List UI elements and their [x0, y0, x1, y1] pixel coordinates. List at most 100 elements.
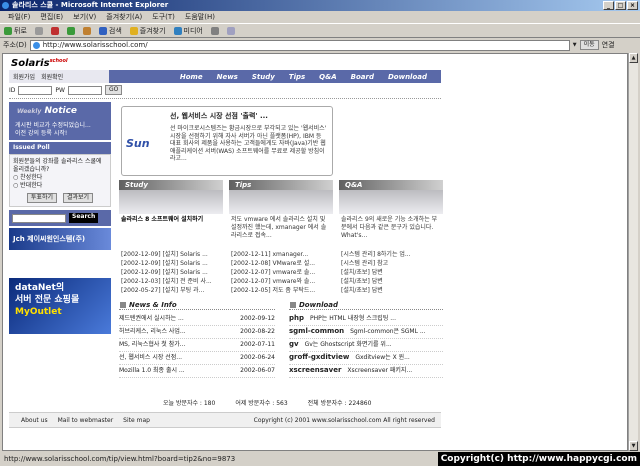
list-item[interactable]: [설치/초보] 답변 [339, 286, 443, 295]
site-logo[interactable]: Solarisschool [11, 58, 68, 69]
list-item[interactable]: [2002-12-09] [설치] Solaris ... [119, 250, 223, 259]
study-headline[interactable]: 솔라리스 8 소프트웨어 설치하기 [119, 214, 223, 250]
nav-qna[interactable]: Q&A [319, 73, 336, 81]
table-row[interactable]: sgml-common Sgml-common은 SGML ... [289, 325, 443, 339]
table-row[interactable]: xscreensaver Xscreensaver 패키지... [289, 364, 443, 378]
poll-option-1[interactable]: ○ 찬성한다 [13, 174, 107, 182]
id-input[interactable] [18, 85, 53, 95]
site-search-button[interactable]: Search [69, 213, 99, 223]
tips-header[interactable]: Tips [229, 180, 333, 190]
datanet-banner[interactable]: dataNet의 서버 전문 쇼핑몰 MyOutlet [9, 278, 111, 334]
site-footer: About us Mail to webmaster Site map Copy… [9, 412, 441, 428]
list-item[interactable]: [시스템 관리] 8하기는 업... [339, 250, 443, 259]
history-button[interactable] [210, 26, 219, 35]
address-dropdown-icon[interactable]: ▼ [573, 42, 577, 48]
list-item[interactable]: [2002-12-08] VMware로 설... [229, 259, 333, 268]
list-item[interactable]: [2002-12-09] [설치] Solaris ... [119, 268, 223, 277]
mail-link[interactable]: Mail to webmaster [58, 417, 114, 424]
poll-option-2[interactable]: ○ 반대한다 [13, 182, 107, 190]
download-name: gv [289, 340, 299, 348]
menu-tools[interactable]: 도구(T) [152, 11, 175, 23]
nav-tips[interactable]: Tips [289, 73, 305, 81]
nav-study[interactable]: Study [252, 73, 275, 81]
jch-banner[interactable]: Jch 제이씨원인스템(주) [9, 228, 111, 250]
tips-column: Tips 저도 vmware 에서 솔라리스 설치 및 설정까진 했는데, xm… [229, 180, 333, 295]
nav-home[interactable]: Home [180, 73, 203, 81]
table-row[interactable]: gv Gv는 Ghostscript 화면기를 위... [289, 338, 443, 352]
close-button[interactable]: × [627, 1, 638, 10]
list-item[interactable]: [2002-12-09] [설치] Solaris ... [119, 259, 223, 268]
notice-item[interactable]: 이전 강의 등록 시작! [15, 130, 108, 138]
visits-today: 오늘 방문자수 : 180 [163, 400, 216, 407]
menu-edit[interactable]: 편집(E) [40, 11, 63, 23]
news-date: 2002-06-07 [240, 367, 275, 374]
news-header[interactable]: News & Info [119, 300, 275, 310]
list-item[interactable]: [설치/초보] 답변 [339, 268, 443, 277]
links-label[interactable]: 연결 [602, 40, 615, 50]
table-row[interactable]: 허브리케스, 리눅스 사업... 2002-08-22 [119, 325, 275, 339]
list-item[interactable]: [시스템 관리] 참고 [339, 259, 443, 268]
table-row[interactable]: MS, 리눅스협사 첫 참가... 2002-07-11 [119, 338, 275, 352]
scroll-up-arrow[interactable]: ▲ [629, 53, 638, 63]
scroll-down-arrow[interactable]: ▼ [629, 441, 638, 451]
download-header[interactable]: Download [289, 300, 443, 310]
feature-body: 선 마이크로시스템즈는 황금시장으로 부각되고 있는 '웹서비스' 시장을 선점… [170, 125, 327, 162]
mail-button[interactable] [226, 26, 235, 35]
list-item[interactable]: [2002-12-11] xmanager... [229, 250, 333, 259]
poll-result-button[interactable]: 결과보기 [63, 193, 94, 203]
member-check-link[interactable]: 회원확인 [41, 72, 63, 81]
mail-icon [226, 26, 235, 35]
minimize-button[interactable]: _ [603, 1, 614, 10]
table-row[interactable]: 제드텐권에서 실시하는 ... 2002-09-12 [119, 312, 275, 326]
favorites-button[interactable]: 즐겨찾기 [129, 26, 166, 36]
site-search-input[interactable] [12, 213, 66, 223]
left-column: Weekly Notice 게시판 비교가 수정되었습니... 이전 강의 등록… [9, 102, 111, 334]
table-row[interactable]: php PHP는 HTML 내장형 스크립팅 ... [289, 312, 443, 326]
nav-board[interactable]: Board [351, 73, 374, 81]
refresh-button[interactable] [66, 26, 75, 35]
vote-button[interactable]: 투표하기 [26, 193, 57, 203]
back-button[interactable]: 뒤로 [4, 26, 27, 36]
table-row[interactable]: 선, 웹서비스 시장 선점... 2002-06-24 [119, 351, 275, 365]
list-item[interactable]: [2002-12-03] [설치] 전 준비 사... [119, 277, 223, 286]
download-name: php [289, 314, 305, 322]
list-item[interactable]: [2002-05-27] [설치] 부팅 과... [119, 286, 223, 295]
qna-header[interactable]: Q&A [339, 180, 443, 190]
nav-download[interactable]: Download [388, 73, 427, 81]
menu-view[interactable]: 보기(V) [73, 11, 96, 23]
vertical-scrollbar[interactable]: ▲ ▼ [628, 53, 638, 451]
media-button[interactable]: 미디어 [173, 26, 203, 36]
home-button[interactable] [82, 26, 91, 35]
about-link[interactable]: About us [21, 417, 48, 424]
address-input[interactable]: http://www.solarisschool.com/ [29, 39, 570, 51]
list-item[interactable]: [2002-12-07] vmware로 솔... [229, 268, 333, 277]
notice-item[interactable]: 게시판 비교가 수정되었습니... [15, 122, 108, 130]
menu-favorites[interactable]: 즐겨찾기(A) [106, 11, 142, 23]
poll-option-1-label: 찬성한다 [20, 174, 43, 181]
table-row[interactable]: groff-gxditview Gxditview는 X 윈... [289, 351, 443, 365]
pw-input[interactable] [67, 85, 102, 95]
tips-text[interactable]: 저도 vmware 에서 솔라리스 설치 및 설정까진 했는데, xmanage… [229, 214, 333, 250]
list-item[interactable]: [설치/초보] 답변 [339, 277, 443, 286]
qna-text[interactable]: 솔라리스 9의 새로운 기능 소개하는 부분에서 다음과 같은 문구가 있습니다… [339, 214, 443, 250]
search-button[interactable]: 검색 [98, 26, 122, 36]
menu-help[interactable]: 도움말(H) [185, 11, 215, 23]
go-button[interactable]: 이동 [579, 40, 599, 50]
list-item[interactable]: [2002-12-05] 저도 좀 부탁드... [229, 286, 333, 295]
forward-button[interactable] [34, 26, 43, 35]
stop-button[interactable] [50, 26, 59, 35]
favorites-label: 즐겨찾기 [139, 26, 166, 35]
maximize-button[interactable]: □ [615, 1, 626, 10]
study-header[interactable]: Study [119, 180, 223, 190]
news-title: 제드텐권에서 실시하는 ... [119, 315, 184, 322]
sitemap-link[interactable]: Site map [123, 417, 150, 424]
list-item[interactable]: [2002-12-07] vmware와 솔... [229, 277, 333, 286]
menu-file[interactable]: 파일(F) [8, 11, 30, 23]
page-viewport: Solarisschool Home News Study Tips Q&A B… [2, 53, 628, 451]
table-row[interactable]: Mozilla 1.0 최종 출시 ... 2002-06-07 [119, 364, 275, 378]
nav-news[interactable]: News [217, 73, 238, 81]
join-link[interactable]: 회원가입 [13, 72, 35, 81]
login-go-button[interactable]: GO [104, 85, 123, 95]
pw-label: PW [55, 86, 65, 94]
feature-title[interactable]: 선, 웹서비스 시장 선점 '출력' ... [122, 107, 332, 121]
